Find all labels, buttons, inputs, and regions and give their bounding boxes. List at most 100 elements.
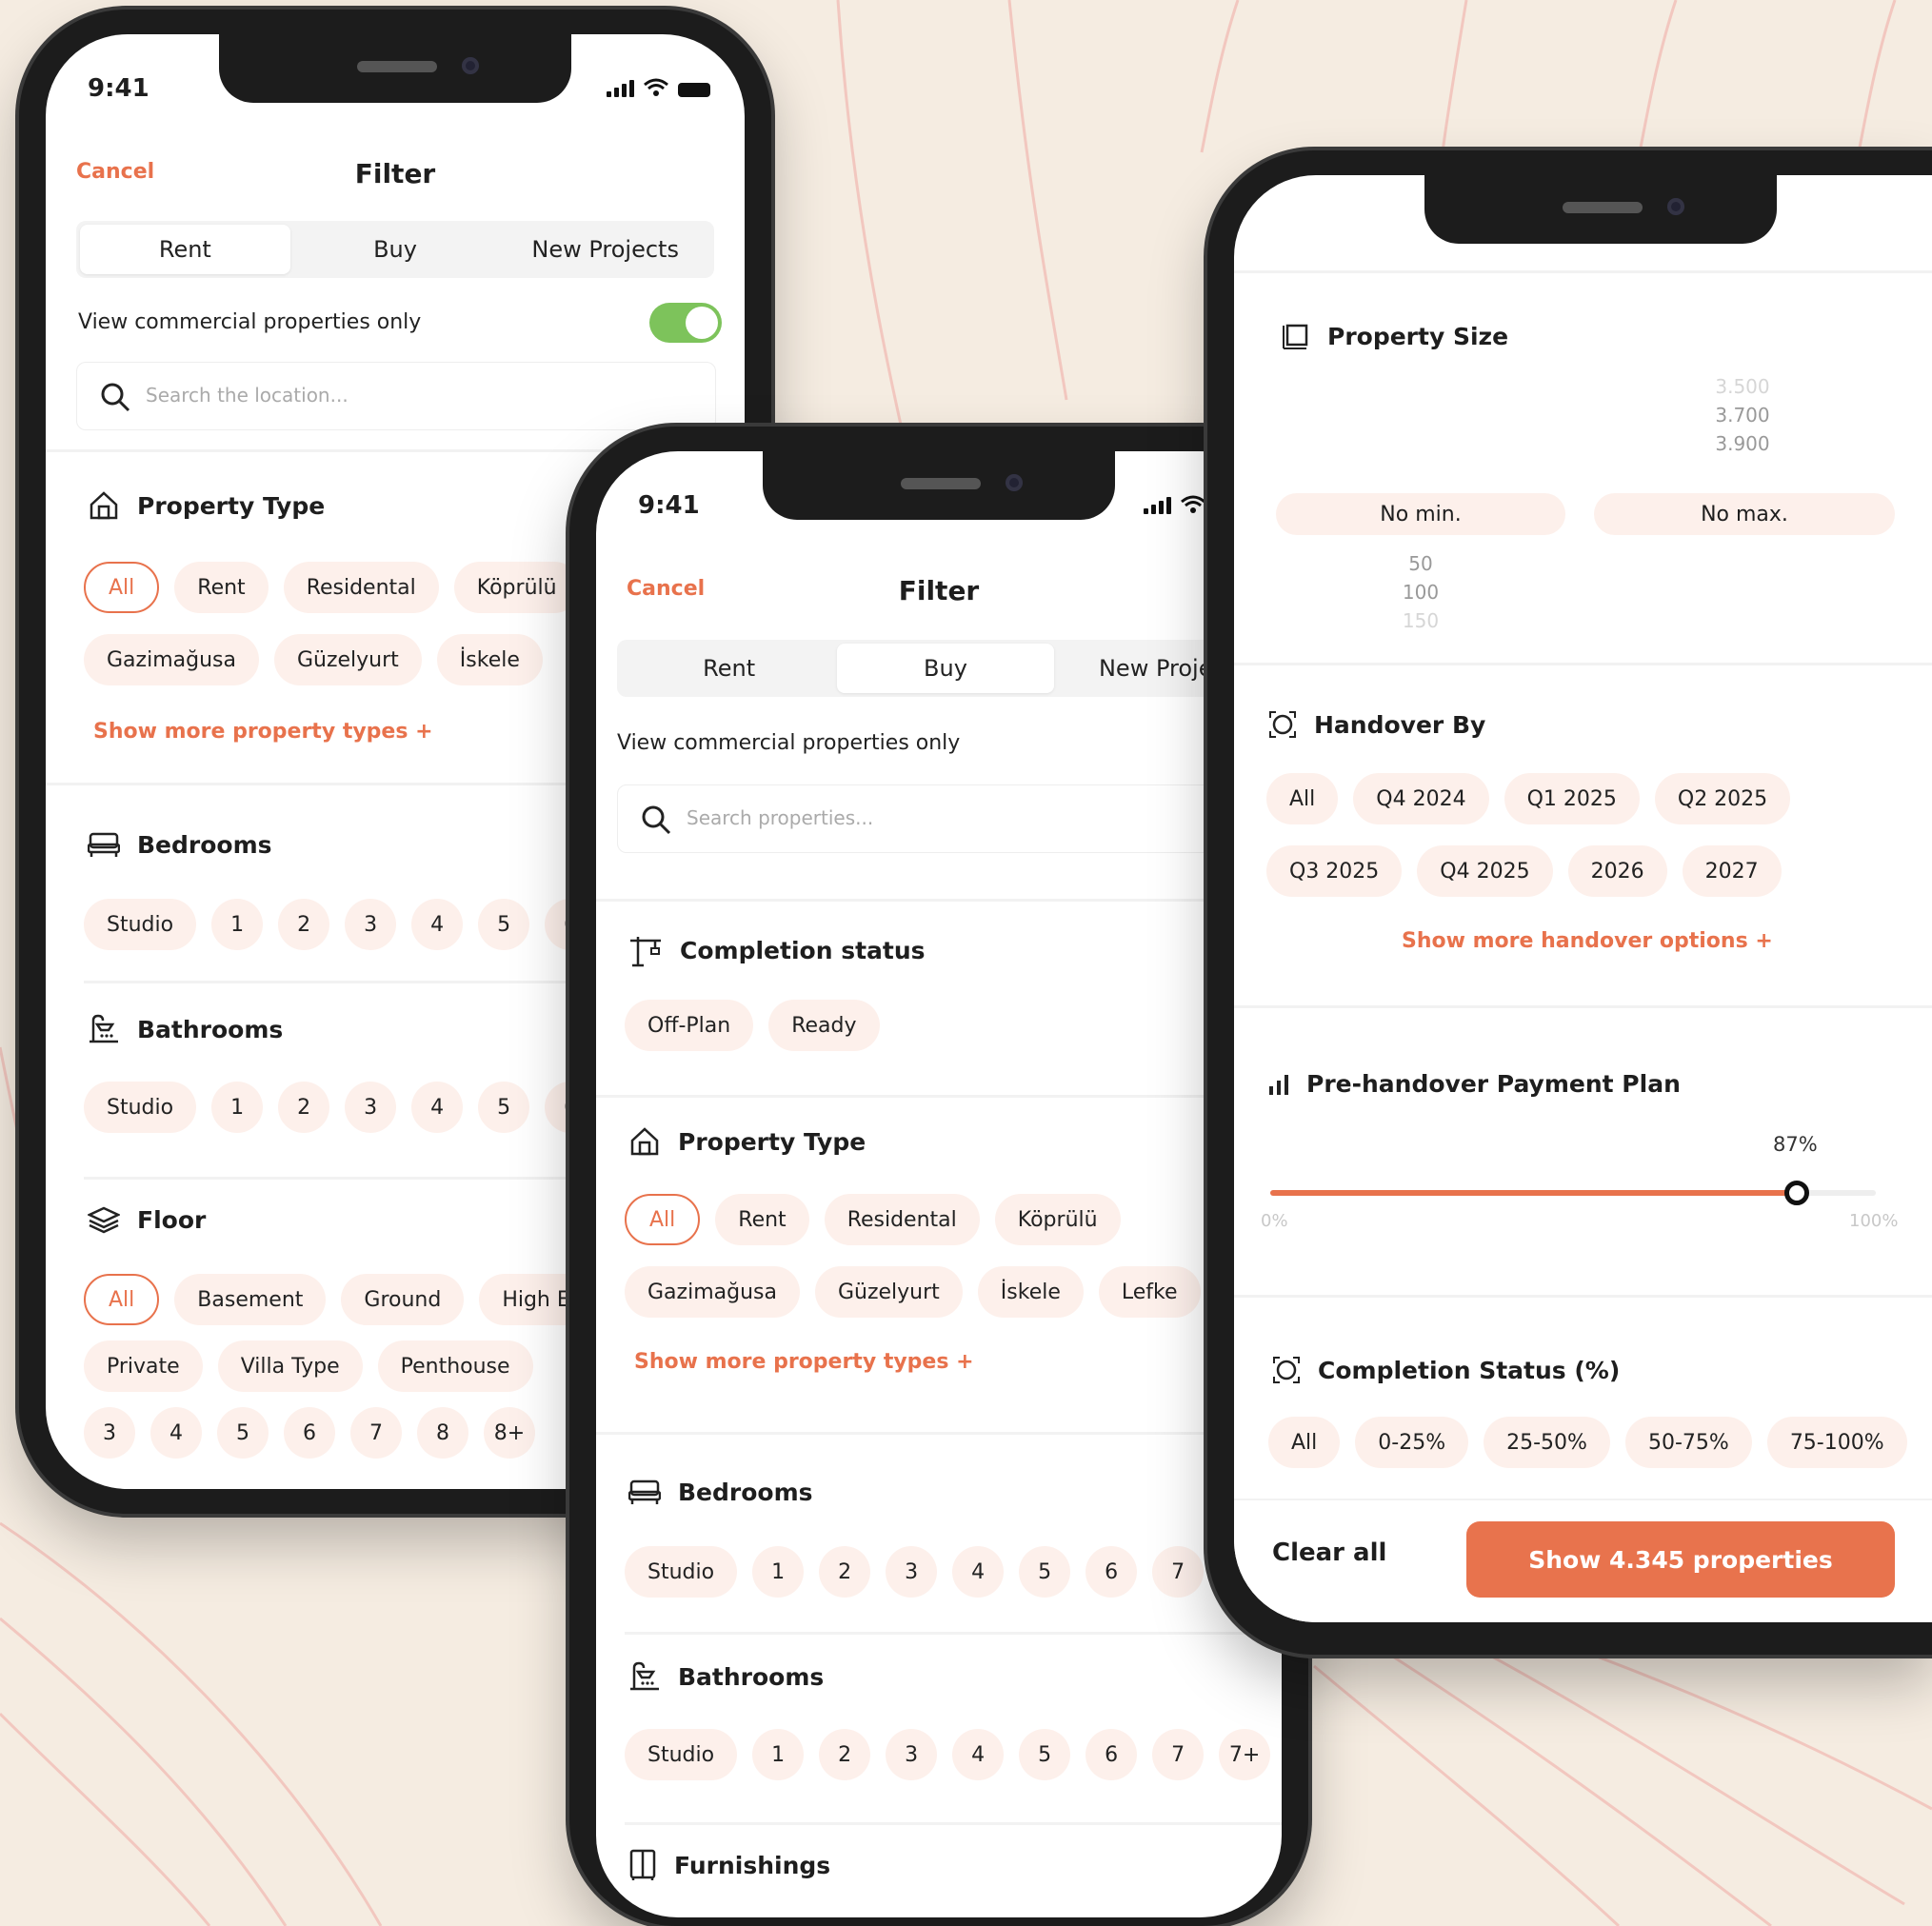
chip-2[interactable]: 2 [819, 1729, 871, 1780]
chip-3[interactable]: 3 [345, 899, 397, 950]
chip-ground[interactable]: Ground [341, 1274, 465, 1325]
property-search-input[interactable]: Search properties... [617, 784, 1276, 853]
chip-studio[interactable]: Studio [625, 1546, 738, 1598]
chip-6[interactable]: 6 [1086, 1729, 1138, 1780]
chip-2[interactable]: 2 [819, 1546, 871, 1598]
bedrooms-title: Bedrooms [88, 830, 272, 859]
chip-0-25[interactable]: 0-25% [1355, 1417, 1469, 1468]
area-icon [1283, 324, 1308, 349]
chip-1[interactable]: 1 [211, 899, 264, 950]
chip-all[interactable]: All [84, 562, 160, 613]
chip-4[interactable]: 4 [150, 1407, 202, 1459]
chip-koprulu[interactable]: Köprülü [453, 562, 580, 613]
chip-7-plus[interactable]: 7+ [1219, 1729, 1271, 1780]
max-size-field[interactable]: No max. [1594, 493, 1895, 535]
chip-25-50[interactable]: 25-50% [1484, 1417, 1610, 1468]
chip-basement[interactable]: Basement [174, 1274, 327, 1325]
chip-lefke[interactable]: Lefke [1098, 1266, 1201, 1318]
chip-gazimagusa[interactable]: Gazimağusa [625, 1266, 800, 1318]
chip-7[interactable]: 7 [1152, 1729, 1205, 1780]
chip-off-plan[interactable]: Off-Plan [625, 1000, 754, 1051]
chip-residental[interactable]: Residental [283, 562, 439, 613]
tab-rent[interactable]: Rent [80, 225, 290, 274]
chip-4[interactable]: 4 [411, 1082, 464, 1133]
chip-penthouse[interactable]: Penthouse [377, 1340, 533, 1392]
chip-all[interactable]: All [625, 1194, 701, 1245]
chip-residental[interactable]: Residental [824, 1194, 980, 1245]
tab-rent[interactable]: Rent [621, 644, 837, 693]
chip-8[interactable]: 8 [417, 1407, 468, 1459]
notch [763, 451, 1115, 520]
chip-villa-type[interactable]: Villa Type [217, 1340, 363, 1392]
chip-iskele[interactable]: İskele [977, 1266, 1084, 1318]
chip-3[interactable]: 3 [886, 1546, 938, 1598]
chip-3[interactable]: 3 [886, 1729, 938, 1780]
show-more-property-types[interactable]: Show more property types + [634, 1350, 974, 1374]
chip-7[interactable]: 7 [1152, 1546, 1205, 1598]
chip-q3-2025[interactable]: Q3 2025 [1266, 845, 1403, 897]
chip-studio[interactable]: Studio [84, 899, 197, 950]
chip-5[interactable]: 5 [478, 899, 530, 950]
chip-5[interactable]: 5 [1019, 1546, 1071, 1598]
show-more-property-types[interactable]: Show more property types + [93, 720, 433, 744]
chip-iskele[interactable]: İskele [436, 634, 543, 685]
top-bar: Cancel Filter [596, 546, 1282, 632]
chip-guzelyurt[interactable]: Güzelyurt [273, 634, 422, 685]
chip-1[interactable]: 1 [752, 1546, 805, 1598]
chip-all[interactable]: All [1268, 1417, 1341, 1468]
chip-gazimagusa[interactable]: Gazimağusa [84, 634, 259, 685]
slider-handle[interactable] [1784, 1181, 1810, 1205]
chip-2[interactable]: 2 [278, 1082, 330, 1133]
tab-new-projects[interactable]: New Projects [500, 225, 710, 274]
chip-studio[interactable]: Studio [625, 1729, 738, 1780]
tab-buy[interactable]: Buy [837, 644, 1054, 693]
chip-2026[interactable]: 2026 [1567, 845, 1667, 897]
chip-2[interactable]: 2 [278, 899, 330, 950]
chip-studio[interactable]: Studio [84, 1082, 197, 1133]
chip-q2-2025[interactable]: Q2 2025 [1654, 773, 1791, 824]
chip-6[interactable]: 6 [284, 1407, 335, 1459]
property-type-label: Property Type [137, 491, 326, 520]
chip-guzelyurt[interactable]: Güzelyurt [814, 1266, 963, 1318]
status-time: 9:41 [638, 491, 700, 520]
chip-4[interactable]: 4 [952, 1546, 1005, 1598]
chip-1[interactable]: 1 [752, 1729, 805, 1780]
chip-3[interactable]: 3 [84, 1407, 135, 1459]
chip-5[interactable]: 5 [1019, 1729, 1071, 1780]
chip-75-100[interactable]: 75-100% [1766, 1417, 1907, 1468]
wifi-icon [644, 78, 668, 96]
commercial-only-toggle[interactable] [649, 303, 722, 343]
chip-5[interactable]: 5 [217, 1407, 269, 1459]
show-properties-button[interactable]: Show 4.345 properties [1466, 1521, 1895, 1598]
chip-4[interactable]: 4 [952, 1729, 1005, 1780]
payment-plan-slider[interactable] [1270, 1181, 1876, 1205]
show-more-handover-options[interactable]: Show more handover options + [1402, 929, 1773, 953]
max-picker-value: 3.900 [1715, 432, 1770, 455]
chip-koprulu[interactable]: Köprülü [994, 1194, 1121, 1245]
clear-all-button[interactable]: Clear all [1272, 1539, 1386, 1567]
chip-50-75[interactable]: 50-75% [1624, 1417, 1752, 1468]
chip-rent[interactable]: Rent [715, 1194, 809, 1245]
chip-rent[interactable]: Rent [174, 562, 269, 613]
search-placeholder: Search the location... [146, 384, 349, 407]
chip-all[interactable]: All [84, 1274, 160, 1325]
chip-6[interactable]: 6 [1086, 1546, 1138, 1598]
chip-1[interactable]: 1 [211, 1082, 264, 1133]
chip-2027[interactable]: 2027 [1682, 845, 1782, 897]
house-icon [90, 491, 118, 520]
location-search-input[interactable]: Search the location... [76, 362, 716, 430]
min-size-field[interactable]: No min. [1276, 493, 1565, 535]
chip-4[interactable]: 4 [411, 899, 464, 950]
chip-private[interactable]: Private [84, 1340, 203, 1392]
chip-5[interactable]: 5 [478, 1082, 530, 1133]
chip-8-plus[interactable]: 8+ [484, 1407, 535, 1459]
chip-q4-2024[interactable]: Q4 2024 [1353, 773, 1489, 824]
chip-q4-2025[interactable]: Q4 2025 [1417, 845, 1553, 897]
chip-3[interactable]: 3 [345, 1082, 397, 1133]
chip-7[interactable]: 7 [350, 1407, 402, 1459]
chip-ready[interactable]: Ready [768, 1000, 880, 1051]
chip-all[interactable]: All [1266, 773, 1339, 824]
divider [625, 1632, 1282, 1635]
tab-buy[interactable]: Buy [290, 225, 501, 274]
chip-q1-2025[interactable]: Q1 2025 [1504, 773, 1640, 824]
